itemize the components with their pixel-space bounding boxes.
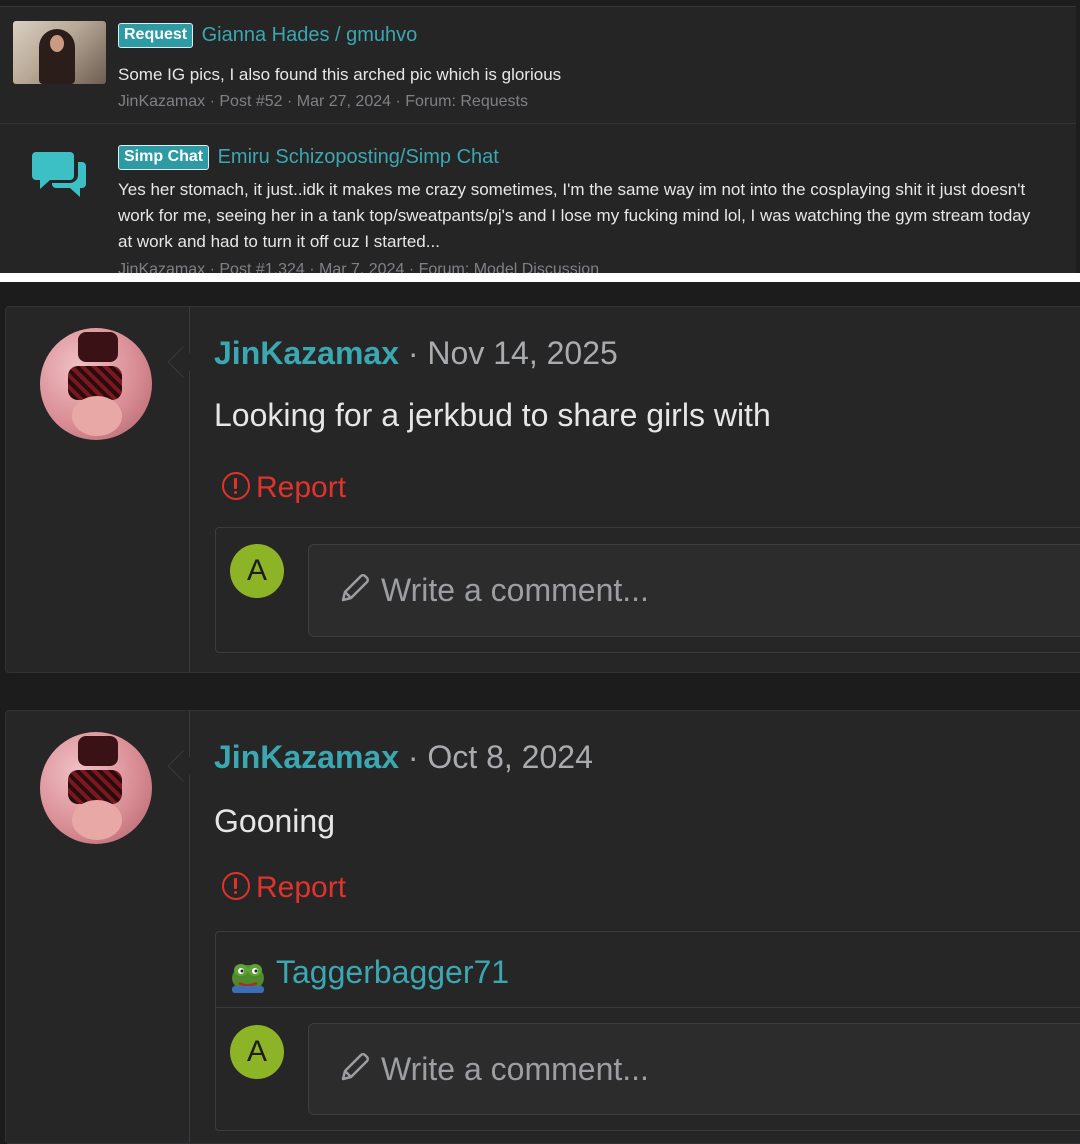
post-body: Looking for a jerkbud to share girls wit… (214, 397, 771, 433)
comment-section: Taggerbagger71 A Write a comment... (215, 931, 1080, 1131)
report-icon (222, 472, 250, 500)
search-results-list: Request Gianna Hades / gmuhvo Some IG pi… (0, 6, 1076, 273)
comment-row: A Write a comment... (216, 1009, 1080, 1132)
comment-input[interactable]: Write a comment... (308, 1023, 1080, 1115)
profile-post: JinKazamax · Nov 14, 2025 Looking for a … (5, 306, 1080, 673)
report-link[interactable]: Report (222, 471, 346, 505)
avatar-column (6, 307, 190, 672)
post-author-link[interactable]: JinKazamax (214, 739, 399, 775)
post-author-link[interactable]: JinKazamax (214, 335, 399, 371)
result-header: Simp Chat Emiru Schizoposting/Simp Chat (118, 145, 499, 171)
pencil-icon (341, 574, 369, 602)
comment-placeholder: Write a comment... (381, 1051, 649, 1087)
reaction-row: Taggerbagger71 (216, 932, 1080, 1008)
reaction-user-link[interactable]: Taggerbagger71 (276, 954, 509, 991)
result-title-link[interactable]: Emiru Schizoposting/Simp Chat (218, 146, 499, 169)
report-link[interactable]: Report (222, 871, 346, 905)
result-header: Request Gianna Hades / gmuhvo (118, 23, 417, 49)
screenshot-divider (0, 273, 1080, 282)
prefix-badge[interactable]: Request (118, 23, 194, 48)
result-meta: JinKazamax · Post #52 · Mar 27, 2024 · F… (118, 93, 528, 110)
profile-post: JinKazamax · Oct 8, 2024 Gooning Report … (5, 710, 1080, 1144)
result-snippet: Some IG pics, I also found this arched p… (118, 65, 562, 84)
comment-row: A Write a comment... (216, 528, 1080, 654)
search-result[interactable]: Simp Chat Emiru Schizoposting/Simp Chat … (0, 125, 1076, 273)
post-header: JinKazamax · Oct 8, 2024 (214, 739, 593, 776)
pepe-frog-icon (232, 964, 264, 993)
comment-section: A Write a comment... (215, 527, 1080, 653)
current-user-avatar[interactable]: A (230, 1025, 284, 1079)
chat-bubbles-icon (32, 152, 86, 197)
author-avatar[interactable] (40, 732, 152, 844)
post-body: Gooning (214, 803, 335, 839)
profile-posts-panel: JinKazamax · Nov 14, 2025 Looking for a … (0, 282, 1080, 1144)
comment-placeholder: Write a comment... (381, 572, 649, 608)
report-icon (222, 872, 250, 900)
report-label: Report (256, 471, 347, 504)
comment-input[interactable]: Write a comment... (308, 544, 1080, 637)
post-date[interactable]: · Nov 14, 2025 (399, 335, 618, 371)
pencil-icon (341, 1053, 369, 1081)
prefix-badge[interactable]: Simp Chat (118, 145, 210, 170)
result-thumbnail[interactable] (13, 21, 106, 84)
search-result[interactable]: Request Gianna Hades / gmuhvo Some IG pi… (0, 7, 1076, 124)
avatar-column (6, 711, 190, 1143)
post-header: JinKazamax · Nov 14, 2025 (214, 335, 618, 372)
search-results-panel: Request Gianna Hades / gmuhvo Some IG pi… (0, 0, 1080, 273)
result-meta: JinKazamax · Post #1,324 · Mar 7, 2024 ·… (118, 261, 600, 273)
post-date[interactable]: · Oct 8, 2024 (399, 739, 593, 775)
author-avatar[interactable] (40, 328, 152, 440)
result-snippet: Yes her stomach, it just..idk it makes m… (118, 180, 1031, 251)
report-label: Report (256, 871, 347, 904)
current-user-avatar[interactable]: A (230, 544, 284, 598)
result-title-link[interactable]: Gianna Hades / gmuhvo (202, 24, 418, 47)
